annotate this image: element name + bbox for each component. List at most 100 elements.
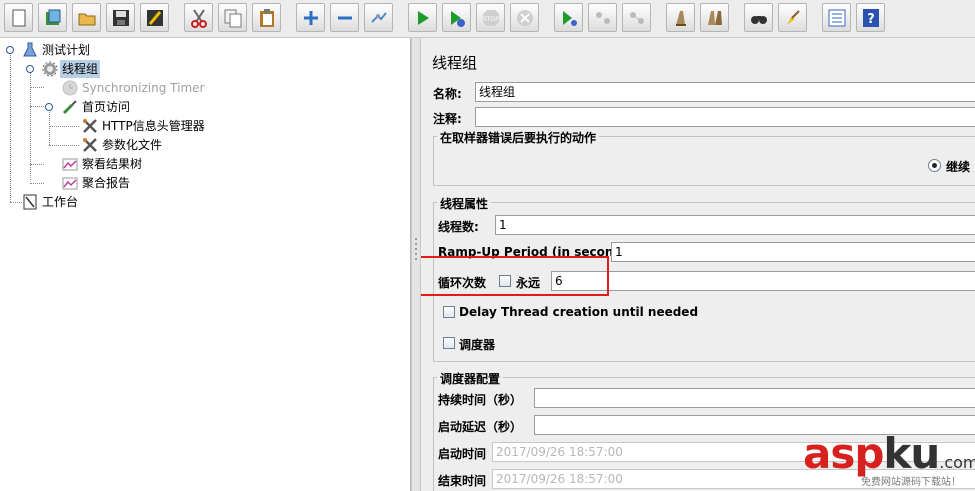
continue-radio[interactable]	[928, 159, 941, 172]
threads-field[interactable]: 1	[495, 215, 975, 235]
shutdown-icon	[517, 10, 533, 26]
http-sampler-toggle[interactable]	[45, 103, 53, 111]
startup-delay-label: 启动延迟（秒）	[438, 420, 523, 434]
tree-item-label: HTTP信息头管理器	[102, 119, 205, 133]
cut-icon	[191, 9, 207, 28]
reset-search-button[interactable]	[778, 3, 807, 32]
tree-item-label: 线程组	[60, 60, 101, 78]
pane-splitter[interactable]	[411, 38, 421, 491]
remote-stop-icon	[596, 12, 610, 24]
save-icon	[113, 10, 129, 26]
continue-label: 继续	[946, 160, 971, 174]
clear-all-icon	[708, 11, 722, 25]
tree-item-label: 测试计划	[42, 43, 91, 57]
graph-icon	[62, 177, 78, 190]
remote-shutdown-button[interactable]	[622, 3, 651, 32]
tree-item-label: 聚合报告	[82, 176, 131, 190]
name-label: 名称:	[433, 87, 462, 101]
svg-text:STOP: STOP	[483, 16, 499, 23]
test-plan-tree: 测试计划 线程组 Synchronizing Timer 首页访问 HTTP信息…	[0, 38, 411, 491]
help-button[interactable]: ?	[856, 3, 885, 32]
save-as-icon	[147, 10, 163, 26]
tree-item-label: 参数化文件	[102, 138, 163, 152]
delay-checkbox[interactable]	[443, 306, 455, 318]
thread-props-title: 线程属性	[437, 195, 492, 212]
watermark-logo-part: .com	[939, 453, 975, 472]
cut-button[interactable]	[184, 3, 213, 32]
comment-field[interactable]	[475, 107, 975, 127]
start-no-pause-button[interactable]	[442, 3, 471, 32]
tree-item-label: 察看结果树	[82, 157, 143, 171]
search-icon	[751, 16, 767, 24]
loop-count-field[interactable]: 6	[551, 271, 975, 291]
scheduler-label: 调度器	[459, 338, 496, 352]
threads-label: 线程数:	[438, 220, 479, 234]
comment-label: 注释:	[433, 112, 462, 126]
error-action-title: 在取样器错误后要执行的动作	[437, 129, 600, 146]
collapse-button[interactable]	[330, 3, 359, 32]
tree-item-label: Synchronizing Timer	[82, 81, 205, 95]
new-icon	[12, 9, 26, 27]
clear-all-button[interactable]	[700, 3, 729, 32]
svg-text:?: ?	[867, 12, 875, 27]
panel-title: 线程组	[432, 54, 478, 72]
watermark-logo-part: ku	[883, 429, 940, 478]
templates-button[interactable]	[38, 3, 67, 32]
gear-icon	[42, 61, 58, 77]
thread-group-toggle[interactable]	[26, 65, 34, 73]
duration-field[interactable]	[534, 388, 975, 408]
save-as-button[interactable]	[140, 3, 169, 32]
tree-item-label: 工作台	[42, 195, 79, 209]
remote-start-button[interactable]	[554, 3, 583, 32]
save-button[interactable]	[106, 3, 135, 32]
tools-icon	[83, 138, 97, 152]
toggle-icon	[371, 12, 387, 23]
start-time-label: 启动时间	[438, 447, 487, 461]
copy-button[interactable]	[218, 3, 247, 32]
stop-button[interactable]: STOP	[476, 3, 505, 32]
search-button[interactable]	[744, 3, 773, 32]
copy-icon	[224, 9, 242, 28]
highlight-box	[421, 256, 609, 296]
expand-icon	[304, 11, 318, 25]
graph-icon	[62, 158, 78, 171]
tools-icon	[83, 119, 97, 133]
stop-icon: STOP	[483, 10, 499, 26]
start-icon	[418, 11, 429, 25]
name-field[interactable]: 线程组	[475, 82, 975, 102]
clear-icon	[676, 11, 686, 26]
watermark-tagline: 免费网站源码下载站！	[861, 477, 961, 488]
paste-button[interactable]	[252, 3, 281, 32]
rampup-field[interactable]: 1	[611, 242, 975, 262]
shutdown-button[interactable]	[510, 3, 539, 32]
function-helper-button[interactable]	[822, 3, 851, 32]
timer-icon	[62, 80, 78, 96]
duration-label: 持续时间（秒）	[438, 393, 523, 407]
workbench-icon	[23, 194, 37, 210]
function-helper-icon	[828, 9, 846, 27]
templates-icon	[46, 9, 61, 25]
watermark-logo-part: asp	[803, 429, 884, 478]
expand-button[interactable]	[296, 3, 325, 32]
collapse-icon	[338, 16, 352, 20]
start-button[interactable]	[408, 3, 437, 32]
thread-group-panel: 线程组 名称: 线程组 注释: 在取样器错误后要执行的动作 继续 线程属性 线程…	[421, 38, 975, 491]
remote-shutdown-icon	[630, 12, 644, 24]
scheduler-checkbox[interactable]	[443, 337, 455, 349]
site-watermark: aspku.com 免费网站源码下载站！	[803, 428, 975, 491]
reset-search-icon	[787, 10, 800, 25]
remote-start-icon	[563, 11, 577, 26]
toggle-button[interactable]	[364, 3, 393, 32]
paste-icon	[260, 9, 274, 27]
toolbar: STOP ?	[0, 0, 975, 38]
pipette-icon	[62, 100, 77, 115]
open-button[interactable]	[72, 3, 101, 32]
scheduler-config-title: 调度器配置	[437, 370, 504, 387]
delay-label: Delay Thread creation until needed	[459, 305, 699, 319]
end-time-label: 结束时间	[438, 474, 487, 488]
new-button[interactable]	[4, 3, 33, 32]
test-plan-toggle[interactable]	[6, 46, 14, 54]
clear-button[interactable]	[666, 3, 695, 32]
flask-icon	[23, 42, 37, 57]
remote-stop-button[interactable]	[588, 3, 617, 32]
